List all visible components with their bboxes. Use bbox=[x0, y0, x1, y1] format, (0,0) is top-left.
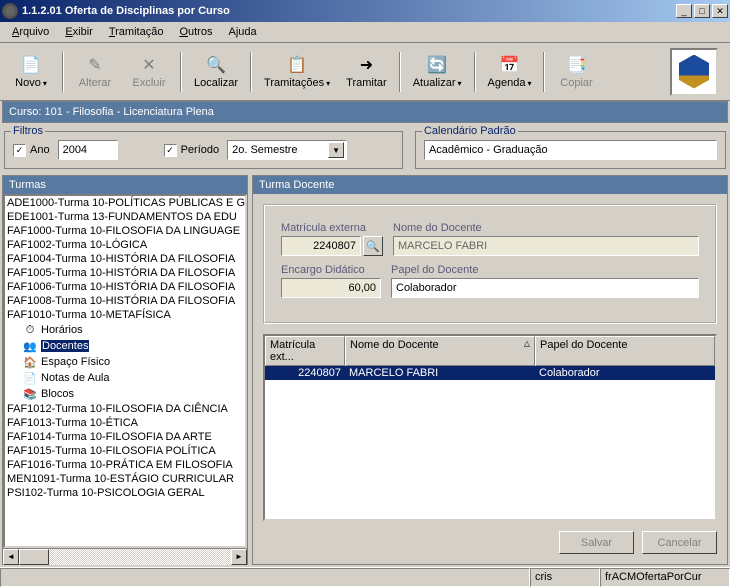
encargo-label: Encargo Didático bbox=[281, 264, 381, 276]
list-item[interactable]: FAF1010-Turma 10-METAFÍSICA bbox=[5, 308, 245, 322]
forward-icon: ➜ bbox=[356, 55, 376, 75]
app-icon bbox=[2, 3, 18, 19]
status-form: frACMOfertaPorCur bbox=[600, 568, 730, 587]
espaco-item[interactable]: 🏠Espaço Físico bbox=[5, 354, 245, 370]
tramitacoes-button[interactable]: 📋Tramitações▾ bbox=[258, 53, 336, 91]
new-icon: 📄 bbox=[21, 55, 41, 75]
magnifier-icon: 🔍 bbox=[366, 240, 380, 253]
col-papel[interactable]: Papel do Docente bbox=[535, 336, 715, 366]
localizar-button[interactable]: 🔍Localizar bbox=[188, 53, 244, 91]
salvar-button[interactable]: Salvar bbox=[559, 531, 634, 554]
delete-icon: ✕ bbox=[139, 55, 159, 75]
list-item[interactable]: ADE1000-Turma 10-POLÍTICAS PÚBLICAS E G bbox=[5, 196, 245, 210]
menu-outros[interactable]: Outros bbox=[171, 24, 220, 40]
edit-icon: ✎ bbox=[85, 55, 105, 75]
ano-input[interactable] bbox=[58, 140, 118, 160]
list-item[interactable]: FAF1006-Turma 10-HISTÓRIA DA FILOSOFIA bbox=[5, 280, 245, 294]
scroll-right-button[interactable]: ► bbox=[231, 549, 247, 565]
window-title: 1.1.2.01 Oferta de Disciplinas por Curso bbox=[22, 5, 676, 17]
turmas-panel: Turmas ADE1000-Turma 10-POLÍTICAS PÚBLIC… bbox=[2, 175, 248, 565]
toolbar: 📄Novo▾ ✎Alterar ✕Excluir 🔍Localizar 📋Tra… bbox=[0, 43, 730, 101]
papel-input[interactable] bbox=[391, 278, 699, 298]
statusbar: cris frACMOfertaPorCur bbox=[0, 567, 730, 587]
minimize-button[interactable]: _ bbox=[676, 4, 692, 18]
list-item[interactable]: FAF1012-Turma 10-FILOSOFIA DA CIÊNCIA bbox=[5, 402, 245, 416]
horarios-item[interactable]: ⏱Horários bbox=[5, 322, 245, 338]
curso-label: Curso: 101 - Filosofia - Licenciatura Pl… bbox=[2, 101, 728, 123]
h-scrollbar[interactable]: ◄ ► bbox=[3, 548, 247, 564]
turmas-header: Turmas bbox=[3, 176, 247, 194]
close-button[interactable]: ✕ bbox=[712, 4, 728, 18]
calendar-icon: 📅 bbox=[499, 55, 519, 75]
docentes-item[interactable]: 👥Docentes bbox=[5, 338, 245, 354]
scroll-left-button[interactable]: ◄ bbox=[3, 549, 19, 565]
col-matricula[interactable]: Matrícula ext... bbox=[265, 336, 345, 366]
matricula-label: Matrícula externa bbox=[281, 222, 383, 234]
copiar-button[interactable]: 📑Copiar bbox=[551, 53, 601, 91]
col-nome[interactable]: Nome do Docente△ bbox=[345, 336, 535, 366]
list-item[interactable]: FAF1014-Turma 10-FILOSOFIA DA ARTE bbox=[5, 430, 245, 444]
menu-ajuda[interactable]: Ajuda bbox=[220, 24, 264, 40]
menu-arquivo[interactable]: Arquivo bbox=[4, 24, 57, 40]
calendario-legend: Calendário Padrão bbox=[422, 125, 518, 137]
ano-checkbox[interactable]: ✓Ano bbox=[13, 144, 50, 157]
table-row[interactable]: 2240807 MARCELO FABRI Colaborador bbox=[265, 366, 715, 380]
nome-label: Nome do Docente bbox=[393, 222, 699, 234]
menu-exibir[interactable]: Exibir bbox=[57, 24, 101, 40]
periodo-checkbox[interactable]: ✓Período bbox=[164, 144, 220, 157]
calendario-input[interactable] bbox=[424, 140, 717, 160]
list-item[interactable]: FAF1015-Turma 10-FILOSOFIA POLÍTICA bbox=[5, 444, 245, 458]
excluir-button[interactable]: ✕Excluir bbox=[124, 53, 174, 91]
filtros-fieldset: Filtros ✓Ano ✓Período 2o. Semestre ▼ bbox=[4, 131, 403, 169]
list-item[interactable]: FAF1013-Turma 10-ÉTICA bbox=[5, 416, 245, 430]
dropdown-icon: ▼ bbox=[328, 142, 344, 158]
docentes-grid[interactable]: Matrícula ext... Nome do Docente△ Papel … bbox=[263, 334, 717, 521]
turmas-tree[interactable]: ADE1000-Turma 10-POLÍTICAS PÚBLICAS E G … bbox=[3, 194, 247, 548]
list-item[interactable]: FAF1002-Turma 10-LÓGICA bbox=[5, 238, 245, 252]
maximize-button[interactable]: □ bbox=[694, 4, 710, 18]
book-icon: 📚 bbox=[23, 387, 37, 401]
clock-icon: ⏱ bbox=[23, 323, 37, 337]
cancelar-button[interactable]: Cancelar bbox=[642, 531, 717, 554]
novo-button[interactable]: 📄Novo▾ bbox=[6, 53, 56, 91]
alterar-button[interactable]: ✎Alterar bbox=[70, 53, 120, 91]
tramitar-button[interactable]: ➜Tramitar bbox=[340, 53, 393, 91]
list-item[interactable]: FAF1008-Turma 10-HISTÓRIA DA FILOSOFIA bbox=[5, 294, 245, 308]
titlebar: 1.1.2.01 Oferta de Disciplinas por Curso… bbox=[0, 0, 730, 22]
list-item[interactable]: EDE1001-Turma 13-FUNDAMENTOS DA EDU bbox=[5, 210, 245, 224]
filtros-legend: Filtros bbox=[11, 125, 45, 137]
refresh-icon: 🔄 bbox=[427, 55, 447, 75]
menu-tramitacao[interactable]: Tramitação bbox=[101, 24, 172, 40]
status-user: cris bbox=[530, 568, 600, 587]
list-item[interactable]: FAF1000-Turma 10-FILOSOFIA DA LINGUAGE bbox=[5, 224, 245, 238]
grid-header: Matrícula ext... Nome do Docente△ Papel … bbox=[265, 336, 715, 366]
encargo-input[interactable] bbox=[281, 278, 381, 298]
periodo-select[interactable]: 2o. Semestre ▼ bbox=[227, 140, 347, 160]
list-item[interactable]: MEN1091-Turma 10-ESTÁGIO CURRICULAR bbox=[5, 472, 245, 486]
agenda-button[interactable]: 📅Agenda▾ bbox=[482, 53, 538, 91]
atualizar-button[interactable]: 🔄Atualizar▾ bbox=[407, 53, 468, 91]
list-item[interactable]: FAF1004-Turma 10-HISTÓRIA DA FILOSOFIA bbox=[5, 252, 245, 266]
list-item[interactable]: FAF1016-Turma 10-PRÁTICA EM FILOSOFIA bbox=[5, 458, 245, 472]
scroll-thumb[interactable] bbox=[19, 549, 49, 565]
matricula-input[interactable] bbox=[281, 236, 361, 256]
doc-icon: 📄 bbox=[23, 371, 37, 385]
building-icon: 🏠 bbox=[23, 355, 37, 369]
calendario-fieldset: Calendário Padrão bbox=[415, 131, 726, 169]
institution-logo bbox=[670, 48, 718, 96]
people-icon: 👥 bbox=[23, 339, 37, 353]
menubar: Arquivo Exibir Tramitação Outros Ajuda bbox=[0, 22, 730, 43]
blocos-item[interactable]: 📚Blocos bbox=[5, 386, 245, 402]
copy-icon: 📑 bbox=[566, 55, 586, 75]
nome-input bbox=[393, 236, 699, 256]
docente-panel: Turma Docente Matrícula externa 🔍 Nome d… bbox=[252, 175, 728, 565]
lookup-button[interactable]: 🔍 bbox=[363, 236, 383, 256]
docente-header: Turma Docente bbox=[253, 176, 727, 194]
list-item[interactable]: PSI102-Turma 10-PSICOLOGIA GERAL bbox=[5, 486, 245, 500]
notas-item[interactable]: 📄Notas de Aula bbox=[5, 370, 245, 386]
list-icon: 📋 bbox=[287, 55, 307, 75]
list-item[interactable]: FAF1005-Turma 10-HISTÓRIA DA FILOSOFIA bbox=[5, 266, 245, 280]
papel-label: Papel do Docente bbox=[391, 264, 699, 276]
search-icon: 🔍 bbox=[206, 55, 226, 75]
